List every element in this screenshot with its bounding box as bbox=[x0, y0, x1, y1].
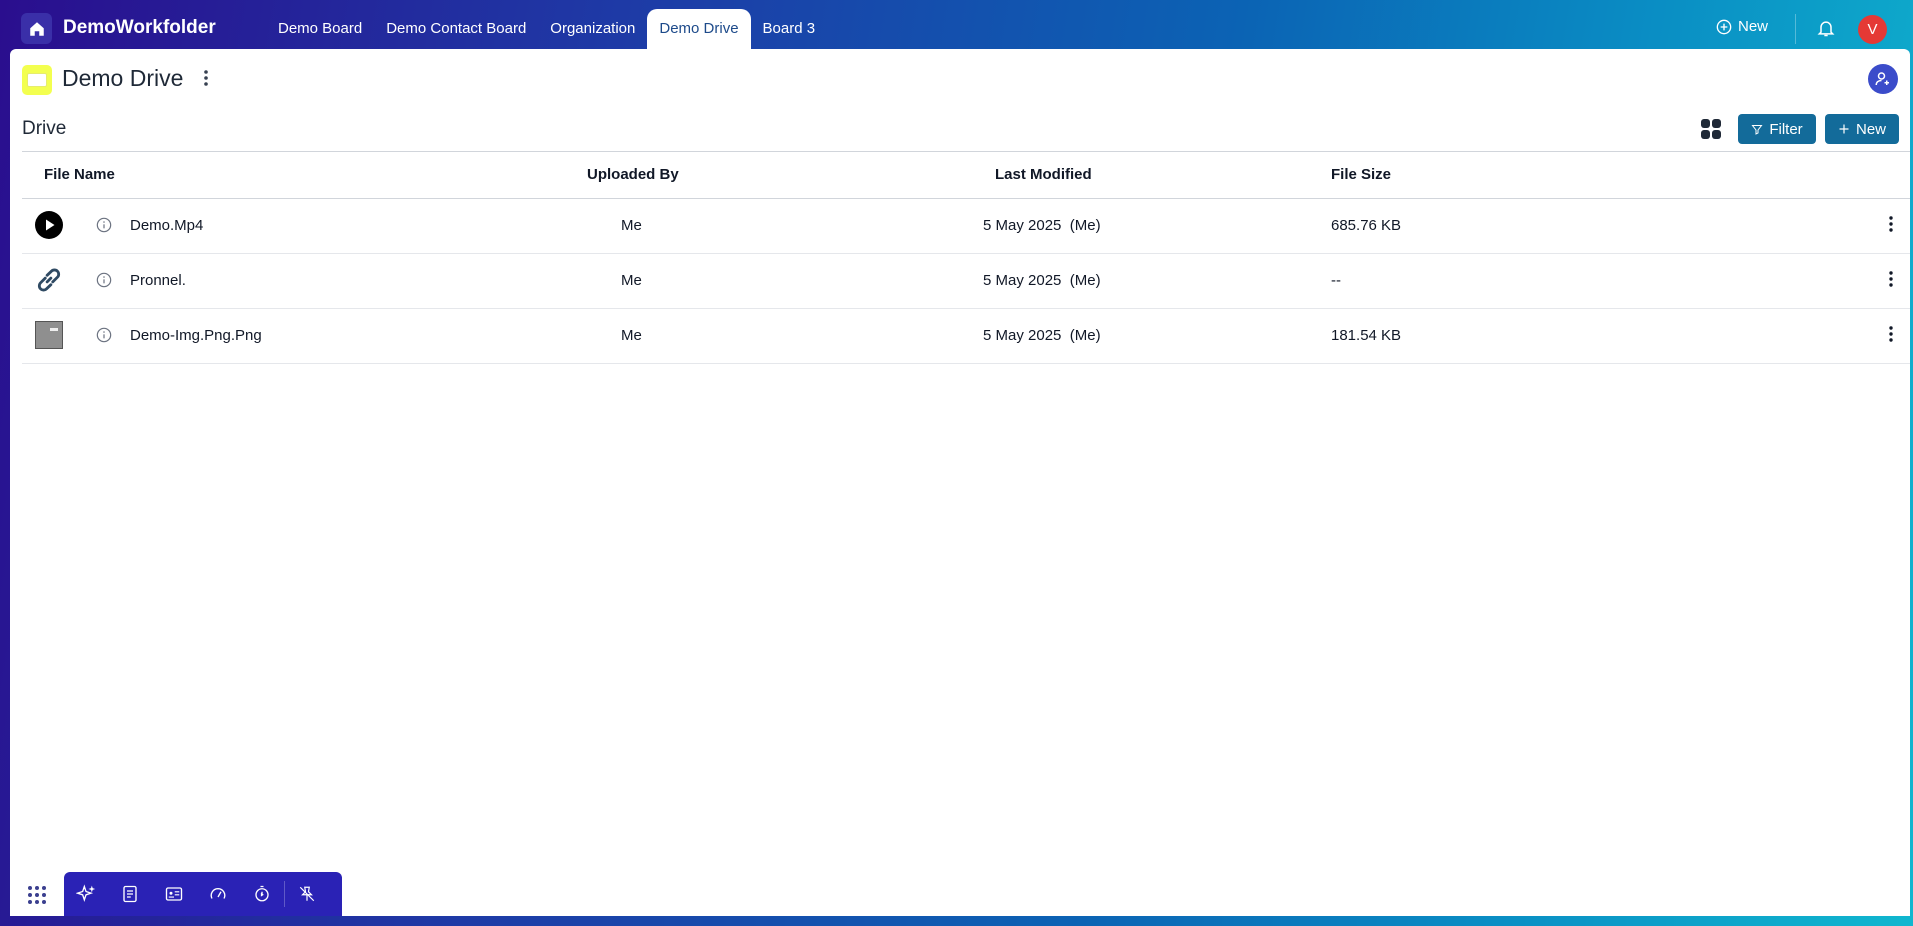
file-type-icon bbox=[34, 265, 64, 295]
page-options-button[interactable] bbox=[203, 69, 209, 91]
file-info-button[interactable] bbox=[96, 272, 112, 293]
file-name[interactable]: Pronnel. bbox=[130, 272, 186, 289]
page-title: Demo Drive bbox=[62, 65, 184, 91]
unpin-icon bbox=[299, 886, 315, 902]
workspace-name[interactable]: DemoWorkfolder bbox=[63, 17, 216, 39]
sparkles-icon bbox=[76, 884, 96, 902]
user-avatar[interactable]: V bbox=[1858, 15, 1887, 44]
row-options-button[interactable] bbox=[1888, 270, 1894, 293]
contact-card-button[interactable] bbox=[152, 872, 196, 916]
more-vertical-icon bbox=[204, 70, 208, 86]
gauge-icon bbox=[210, 888, 226, 899]
file-type-icon bbox=[34, 210, 64, 240]
row-options-button[interactable] bbox=[1888, 215, 1894, 238]
apps-launcher-button[interactable] bbox=[20, 878, 54, 912]
table-header: File Name Uploaded By Last Modified File… bbox=[22, 151, 1910, 199]
column-file-size[interactable]: File Size bbox=[1331, 166, 1391, 183]
page-icon[interactable] bbox=[22, 65, 52, 95]
column-last-modified[interactable]: Last Modified bbox=[995, 166, 1092, 183]
plus-icon bbox=[1839, 124, 1849, 134]
more-vertical-icon bbox=[1889, 271, 1893, 287]
uploaded-by: Me bbox=[621, 217, 642, 234]
uploaded-by: Me bbox=[621, 327, 642, 344]
new-file-button[interactable]: New bbox=[1825, 114, 1899, 144]
info-icon bbox=[96, 217, 112, 233]
new-file-label: New bbox=[1855, 120, 1886, 138]
filter-label: Filter bbox=[1769, 120, 1803, 138]
uploaded-by: Me bbox=[621, 272, 642, 289]
modified-date: 5 May 2025 (Me) bbox=[983, 272, 1101, 289]
table-row[interactable]: Demo-Img.Png.Png Me 5 May 2025 (Me) 181.… bbox=[22, 309, 1910, 364]
info-icon bbox=[96, 272, 112, 288]
more-vertical-icon bbox=[1889, 216, 1893, 232]
file-info-button[interactable] bbox=[96, 217, 112, 238]
apps-grid-icon bbox=[28, 886, 46, 904]
info-icon bbox=[96, 327, 112, 343]
modified-by: (Me) bbox=[1069, 217, 1101, 234]
tab-board-3[interactable]: Board 3 bbox=[751, 9, 828, 49]
link-icon bbox=[37, 268, 61, 292]
file-size: 181.54 KB bbox=[1331, 327, 1402, 344]
unpin-button[interactable] bbox=[285, 872, 329, 916]
modified-date-value: 5 May 2025 bbox=[983, 272, 1062, 289]
add-user-icon bbox=[1875, 72, 1889, 86]
modified-date-value: 5 May 2025 bbox=[983, 217, 1062, 234]
grid-view-icon bbox=[1701, 119, 1721, 139]
image-icon bbox=[35, 321, 63, 349]
table-row[interactable]: Pronnel. Me 5 May 2025 (Me) -- bbox=[22, 254, 1910, 309]
file-size: -- bbox=[1331, 272, 1341, 289]
notifications-button[interactable] bbox=[1816, 17, 1836, 44]
file-type-icon bbox=[34, 320, 64, 350]
modified-date-value: 5 May 2025 bbox=[983, 327, 1062, 344]
home-icon bbox=[29, 21, 44, 36]
main-panel: Demo Drive Drive Filter New File Name Up… bbox=[10, 49, 1910, 916]
play-icon bbox=[35, 211, 63, 239]
notes-button[interactable] bbox=[108, 872, 152, 916]
table-row[interactable]: Demo.Mp4 Me 5 May 2025 (Me) 685.76 KB bbox=[22, 199, 1910, 254]
modified-by: (Me) bbox=[1069, 327, 1101, 344]
file-name[interactable]: Demo-Img.Png.Png bbox=[130, 327, 262, 344]
share-button[interactable] bbox=[1868, 64, 1898, 94]
dashboard-button[interactable] bbox=[196, 872, 240, 916]
bell-icon bbox=[1817, 21, 1835, 37]
home-button[interactable] bbox=[21, 13, 52, 44]
board-tabs: Demo Board Demo Contact Board Organizati… bbox=[266, 9, 827, 49]
top-new-button[interactable]: New bbox=[1716, 18, 1768, 35]
column-uploaded-by[interactable]: Uploaded By bbox=[587, 166, 679, 183]
grid-view-toggle[interactable] bbox=[1700, 118, 1722, 145]
id-card-icon bbox=[165, 887, 183, 901]
files-table: File Name Uploaded By Last Modified File… bbox=[22, 151, 1910, 364]
file-info-button[interactable] bbox=[96, 327, 112, 348]
section-title: Drive bbox=[22, 118, 67, 139]
row-options-button[interactable] bbox=[1888, 325, 1894, 348]
file-size: 685.76 KB bbox=[1331, 217, 1402, 234]
tab-demo-contact-board[interactable]: Demo Contact Board bbox=[374, 9, 538, 49]
timer-button[interactable] bbox=[240, 872, 284, 916]
filter-button[interactable]: Filter bbox=[1738, 114, 1816, 144]
ai-assistant-button[interactable] bbox=[64, 872, 108, 916]
modified-date: 5 May 2025 (Me) bbox=[983, 217, 1101, 234]
modified-date: 5 May 2025 (Me) bbox=[983, 327, 1101, 344]
tab-organization[interactable]: Organization bbox=[538, 9, 647, 49]
timer-icon bbox=[255, 885, 269, 902]
top-new-label: New bbox=[1738, 18, 1769, 35]
divider bbox=[1795, 14, 1796, 44]
modified-by: (Me) bbox=[1069, 272, 1101, 289]
filter-icon bbox=[1751, 124, 1763, 135]
tab-demo-drive[interactable]: Demo Drive bbox=[647, 9, 751, 49]
plus-circle-icon bbox=[1716, 19, 1732, 34]
bottom-toolbar bbox=[64, 872, 342, 916]
tab-demo-board[interactable]: Demo Board bbox=[266, 9, 374, 49]
column-file-name[interactable]: File Name bbox=[44, 166, 115, 183]
notes-icon bbox=[123, 885, 137, 903]
file-name[interactable]: Demo.Mp4 bbox=[130, 217, 203, 234]
more-vertical-icon bbox=[1889, 326, 1893, 342]
